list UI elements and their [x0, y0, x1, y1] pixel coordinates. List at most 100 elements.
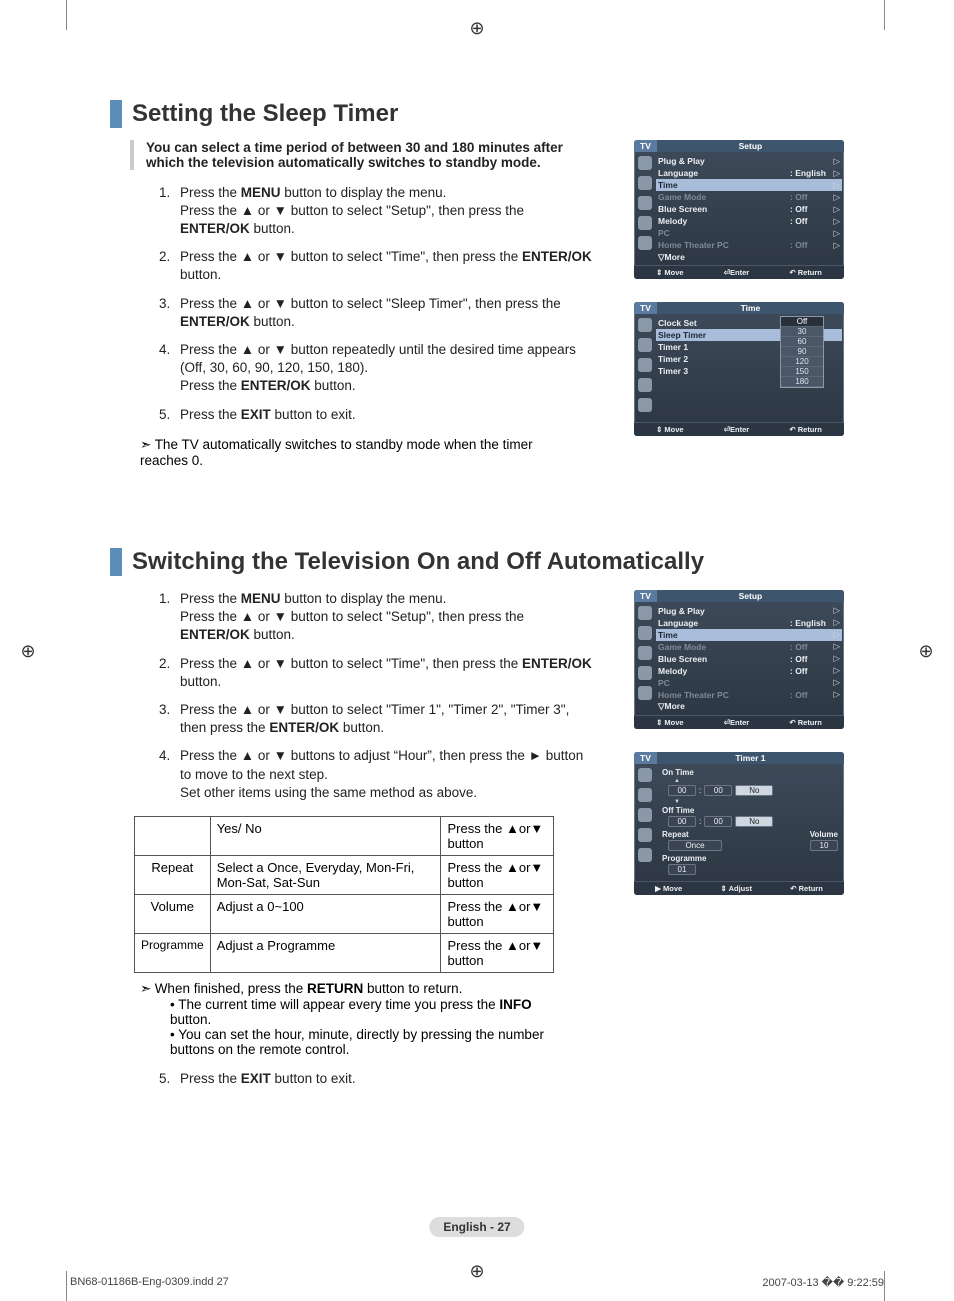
osd-row[interactable]: Time▷	[656, 179, 842, 191]
dropdown-option[interactable]: 150	[781, 367, 823, 377]
osd-category-icon	[638, 828, 652, 842]
osd-hint-move: ⇕ Move	[656, 718, 684, 727]
osd-category-icon	[638, 318, 652, 332]
programme-value[interactable]: 01	[668, 864, 696, 875]
osd-row[interactable]: Language: English▷	[658, 167, 840, 179]
dropdown-option[interactable]: 30	[781, 327, 823, 337]
osd-category-icon	[638, 686, 652, 700]
osd-hint-adjust: ⇕ Adjust	[721, 884, 752, 893]
osd-hint-enter: ⏎Enter	[724, 718, 749, 727]
osd-row[interactable]: Home Theater PC: Off▷	[658, 689, 840, 701]
osd-category-icon	[638, 338, 652, 352]
osd-row[interactable]: Blue Screen: Off▷	[658, 653, 840, 665]
osd-category-icon	[638, 156, 652, 170]
osd-row[interactable]: Blue Screen: Off▷	[658, 203, 840, 215]
timer1-body: On Time ▲ 00 : 00 No ▼ Off Time 00 :	[656, 764, 844, 881]
crop-mark	[66, 1271, 67, 1301]
osd-rows: Plug & Play▷Language: English▷Time▷Game …	[656, 152, 844, 265]
step: Press the ▲ or ▼ button to select "Time"…	[174, 248, 594, 284]
osd-row[interactable]: PC▷	[658, 227, 840, 239]
osd-row[interactable]: Melody: Off▷	[658, 665, 840, 677]
osd-hint-enter: ⏎Enter	[724, 268, 749, 277]
crop-mark	[884, 0, 885, 30]
osd-footer: ⇕ Move ⏎Enter ↶ Return	[634, 422, 844, 436]
repeat-value[interactable]: Once	[668, 840, 722, 851]
volume-value[interactable]: 10	[810, 840, 838, 851]
steps-list-section1: Press the MENU button to display the men…	[134, 184, 594, 424]
steps-list-section2b: Press the EXIT button to exit.	[134, 1070, 594, 1088]
osd-icon-rail	[634, 602, 656, 715]
off-yesno[interactable]: No	[735, 816, 773, 827]
osd-category-icon	[638, 378, 652, 392]
osd-footer: ⇕ Move ⏎Enter ↶ Return	[634, 715, 844, 729]
osd-category-icon	[638, 236, 652, 250]
crop-mark	[66, 0, 67, 30]
dropdown-option[interactable]: 120	[781, 357, 823, 367]
osd-tv-badge: TV	[634, 752, 657, 764]
osd-category-icon	[638, 196, 652, 210]
up-caret-icon: ▲	[674, 778, 838, 784]
dropdown-option[interactable]: Off	[781, 317, 823, 327]
osd-row[interactable]: Time▷	[656, 629, 842, 641]
osd-row[interactable]: PC▷	[658, 677, 840, 689]
osd-row[interactable]: Melody: Off▷	[658, 215, 840, 227]
osd-title: Setup	[657, 590, 844, 602]
sleep-timer-dropdown[interactable]: Off306090120150180	[780, 316, 824, 388]
osd-panel-timer1: TV Timer 1 On Time ▲ 00	[634, 752, 844, 895]
osd-row[interactable]: Language: English▷	[658, 617, 840, 629]
on-yesno[interactable]: No	[735, 785, 773, 796]
osd-row[interactable]: Plug & Play▷	[658, 155, 840, 167]
reg-mark-left: ⊕	[18, 641, 38, 661]
osd-row[interactable]: ▽More	[658, 251, 840, 263]
step: Press the EXIT button to exit.	[174, 406, 594, 424]
osd-category-icon	[638, 626, 652, 640]
osd-hint-return: ↶ Return	[789, 268, 822, 277]
on-hour[interactable]: 00	[668, 785, 696, 796]
osd-category-icon	[638, 646, 652, 660]
osd-row[interactable]: Plug & Play▷	[658, 605, 840, 617]
table-row: Yes/ No Press the ▲or▼ button	[135, 816, 554, 855]
osd-title: Setup	[657, 140, 844, 152]
footer-file: BN68-01186B-Eng-0309.indd 27	[70, 1276, 229, 1289]
osd-row[interactable]: ▽More	[658, 701, 840, 713]
label-on-time: On Time	[662, 768, 838, 777]
osd-tv-badge: TV	[634, 140, 657, 152]
osd-row[interactable]: Game Mode: Off▷	[658, 641, 840, 653]
label-repeat: Repeat	[662, 830, 689, 839]
osd-category-icon	[638, 788, 652, 802]
osd-row[interactable]: Home Theater PC: Off▷	[658, 239, 840, 251]
osd-category-icon	[638, 358, 652, 372]
label-volume: Volume	[810, 830, 838, 839]
label-off-time: Off Time	[662, 806, 838, 815]
section-title-sleep-timer: Setting the Sleep Timer	[110, 100, 844, 128]
dropdown-option[interactable]: 180	[781, 377, 823, 387]
table-row: Programme Adjust a Programme Press the ▲…	[135, 933, 554, 972]
sub-bullets: • The current time will appear every tim…	[170, 997, 570, 1057]
step: Press the MENU button to display the men…	[174, 184, 594, 239]
footer-stamp: 2007-03-13 �� 9:22:59	[762, 1276, 884, 1289]
note-return: ➣ When finished, press the RETURN button…	[140, 981, 550, 997]
off-min[interactable]: 00	[704, 816, 732, 827]
osd-title: Timer 1	[657, 752, 844, 764]
print-footer: BN68-01186B-Eng-0309.indd 27 2007-03-13 …	[70, 1276, 884, 1289]
osd-row[interactable]: Game Mode: Off▷	[658, 191, 840, 203]
on-min[interactable]: 00	[704, 785, 732, 796]
dropdown-option[interactable]: 90	[781, 347, 823, 357]
osd-icon-rail	[634, 314, 656, 422]
dropdown-option[interactable]: 60	[781, 337, 823, 347]
osd-panel-setup: TV Setup Plug & Play▷Language: English▷T…	[634, 140, 844, 279]
osd-category-icon	[638, 808, 652, 822]
osd-panel-setup2: TV Setup Plug & Play▷Language: English▷T…	[634, 590, 844, 729]
step: Press the EXIT button to exit.	[174, 1070, 594, 1088]
osd-category-icon	[638, 606, 652, 620]
steps-list-section2: Press the MENU button to display the men…	[134, 590, 594, 802]
note-standby: ➣ The TV automatically switches to stand…	[140, 437, 550, 468]
step: Press the ▲ or ▼ buttons to adjust “Hour…	[174, 747, 594, 802]
osd-icon-rail	[634, 152, 656, 265]
timer-config-table: Yes/ No Press the ▲or▼ button Repeat Sel…	[134, 816, 554, 973]
osd-tv-badge: TV	[634, 302, 657, 314]
osd-category-icon	[638, 176, 652, 190]
osd-panel-time: TV Time Clock Set:Sleep Timer:Timer 1:Ti…	[634, 302, 844, 436]
crop-mark	[884, 1271, 885, 1301]
off-hour[interactable]: 00	[668, 816, 696, 827]
